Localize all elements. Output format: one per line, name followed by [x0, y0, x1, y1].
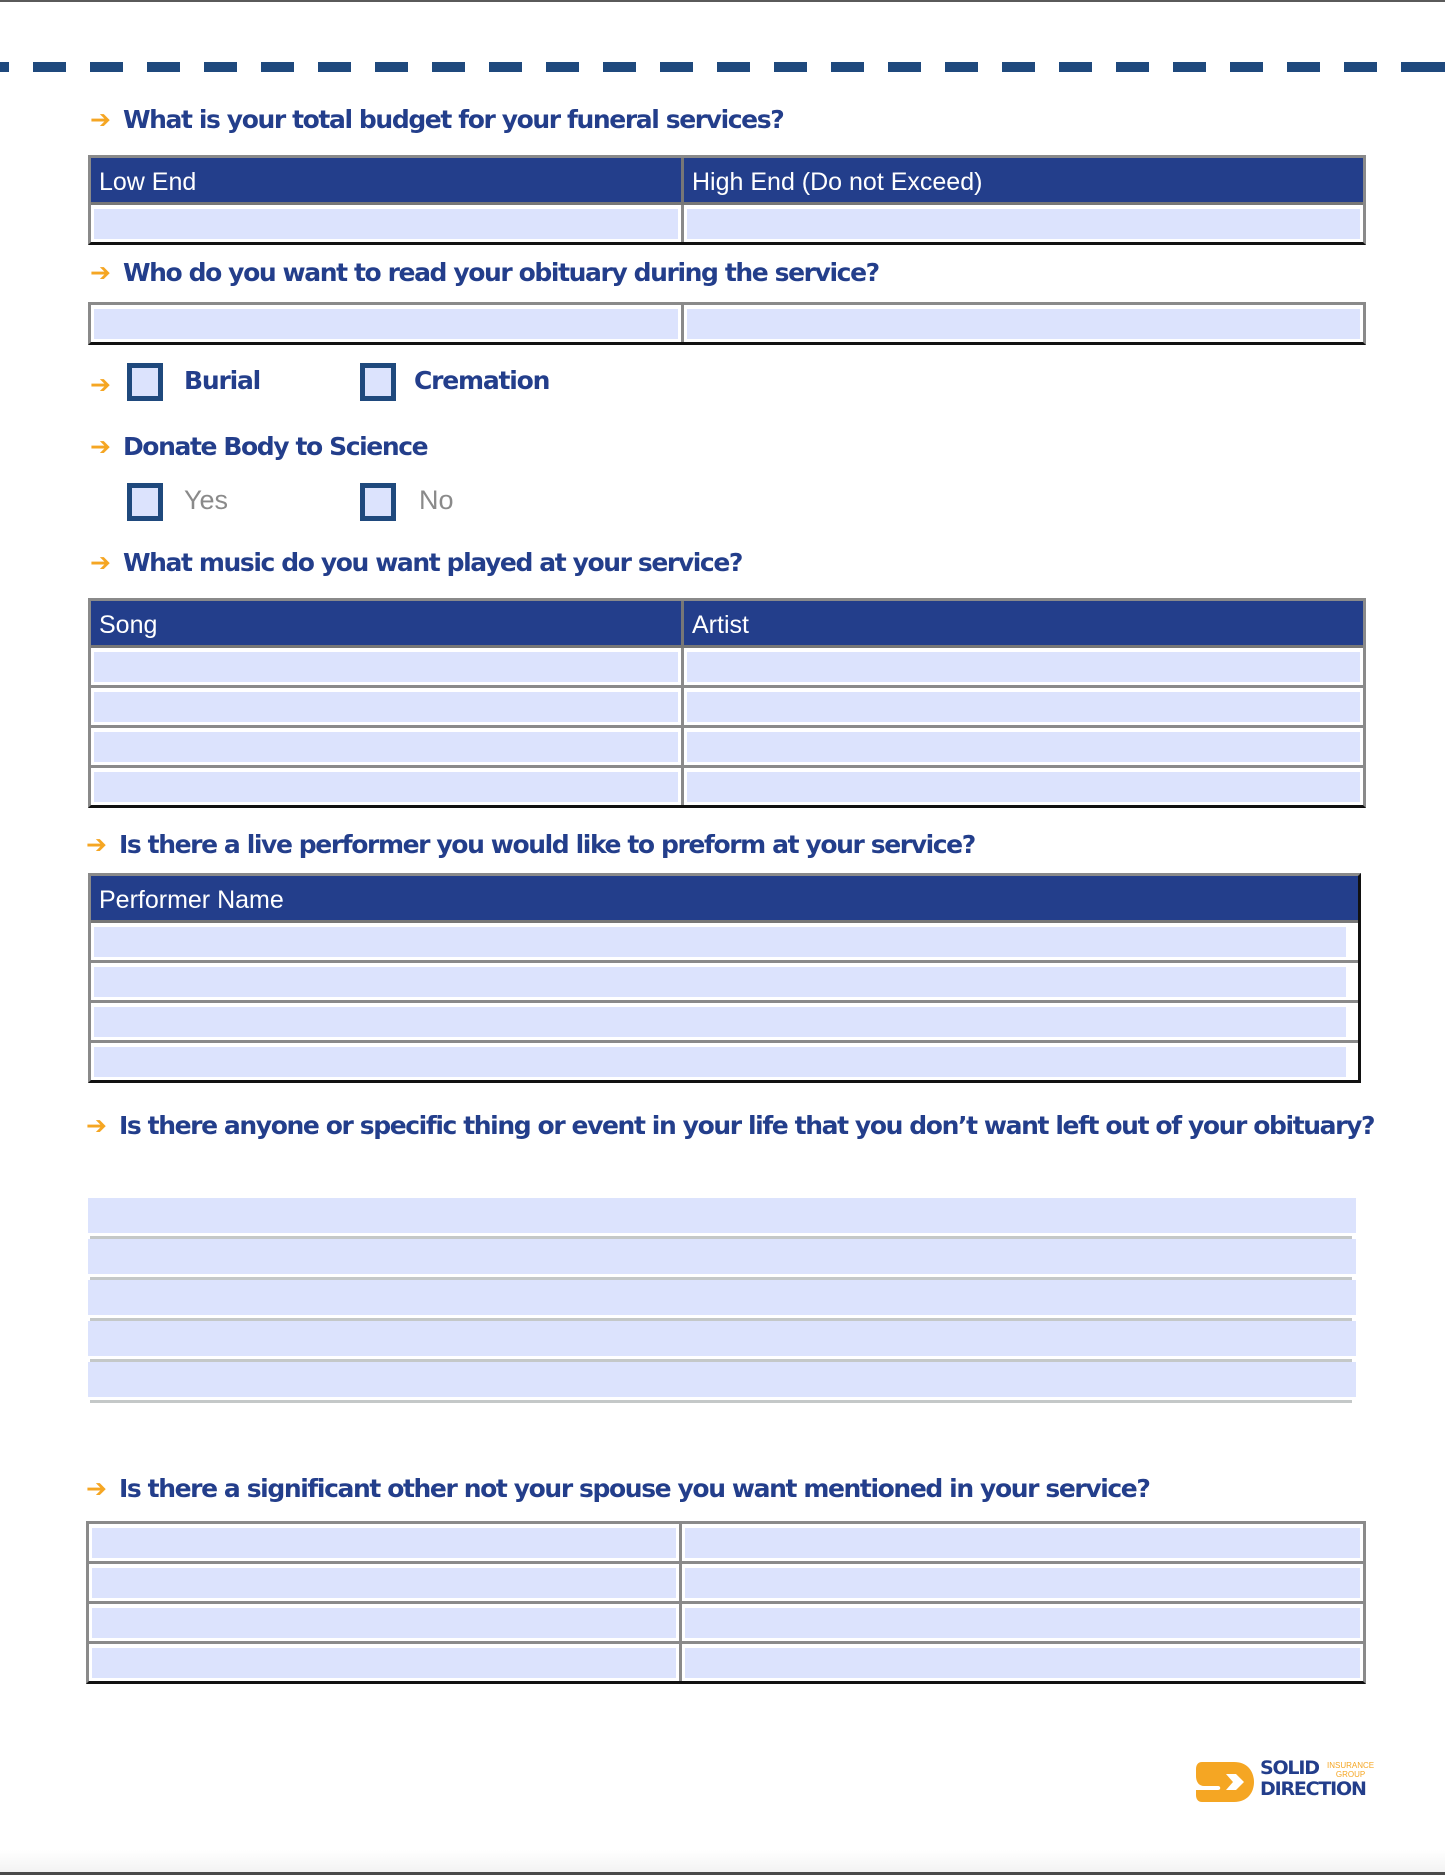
logo-tagline: INSURANCE GROUP [1327, 1761, 1374, 1779]
question-performer: ➔ Is there a live performer you would lik… [86, 830, 976, 859]
column-header-performer-name: Performer Name [99, 886, 284, 914]
question-obituary-reader-label: Who do you want to read your obituary du… [122, 258, 880, 287]
question-significant-other: ➔ Is there a significant other not your s… [86, 1474, 1151, 1503]
question-significant-other-label: Is there a significant other not your sp… [118, 1474, 1151, 1503]
question-budget: ➔ What is your total budget for your fune… [90, 105, 785, 134]
burial-label: Burial [184, 366, 261, 395]
song-field[interactable] [94, 652, 678, 682]
table-row [91, 648, 1363, 685]
artist-field[interactable] [687, 772, 1360, 802]
song-field[interactable] [94, 732, 678, 762]
question-obituary-reader: ➔ Who do you want to read your obituary d… [90, 258, 880, 287]
table-row [91, 205, 1363, 242]
column-header-song: Song [99, 611, 158, 639]
table-row [91, 725, 1363, 765]
question-obituary-content-label: Is there anyone or specific thing or eve… [118, 1111, 1376, 1140]
sd-logo-mark-icon [1196, 1762, 1254, 1802]
budget-table: Low End High End (Do not Exceed) [88, 155, 1366, 245]
significant-other-field[interactable] [92, 1528, 676, 1558]
logo-tag-2: GROUP [1335, 1770, 1366, 1779]
performer-table: Performer Name [88, 873, 1361, 1083]
logo-tag-1: INSURANCE [1327, 1761, 1375, 1770]
logo-line-2: DIRECTION [1260, 1778, 1367, 1800]
arrow-right-icon: ➔ [86, 830, 107, 859]
obituary-content-line[interactable] [88, 1321, 1356, 1362]
arrow-right-icon: ➔ [86, 1111, 107, 1140]
obituary-content-line[interactable] [88, 1198, 1356, 1239]
disposition-row: ➔ [90, 370, 123, 399]
table-row [91, 1000, 1358, 1040]
artist-field[interactable] [687, 692, 1360, 722]
donate-no-checkbox[interactable] [360, 483, 396, 521]
artist-field[interactable] [687, 652, 1360, 682]
solid-direction-logo: SOLID DIRECTION INSURANCE GROUP [1196, 1758, 1386, 1808]
table-row [89, 1524, 1363, 1561]
column-header-low-end: Low End [99, 168, 197, 196]
page-bottom-shadow [0, 1850, 1445, 1872]
question-music: ➔ What music do you want played at your s… [90, 548, 743, 577]
budget-table-header: Low End High End (Do not Exceed) [91, 158, 1363, 205]
question-music-label: What music do you want played at your se… [122, 548, 743, 577]
significant-other-field[interactable] [685, 1608, 1360, 1638]
arrow-right-icon: ➔ [90, 105, 111, 134]
artist-field[interactable] [687, 732, 1360, 762]
song-field[interactable] [94, 692, 678, 722]
significant-other-field[interactable] [685, 1528, 1360, 1558]
obituary-content-line[interactable] [88, 1280, 1356, 1321]
obituary-reader-table [88, 302, 1366, 345]
arrow-right-icon: ➔ [90, 432, 111, 461]
performer-name-field[interactable] [94, 927, 1346, 957]
dashed-divider [0, 62, 1445, 72]
significant-other-field[interactable] [92, 1648, 676, 1678]
table-row [91, 765, 1363, 805]
table-row [91, 960, 1358, 1000]
arrow-right-icon: ➔ [90, 258, 111, 287]
obituary-content-lines [88, 1198, 1356, 1403]
cremation-label: Cremation [414, 366, 550, 395]
performer-name-field[interactable] [94, 967, 1346, 997]
table-row [89, 1641, 1363, 1681]
donate-yes-checkbox[interactable] [127, 483, 163, 521]
question-donate-body-label: Donate Body to Science [122, 432, 429, 461]
table-row [91, 305, 1363, 342]
obituary-reader-field-1[interactable] [94, 309, 678, 339]
music-table-header: Song Artist [91, 601, 1363, 648]
cremation-checkbox[interactable] [360, 363, 396, 401]
page-top-edge [0, 0, 1445, 2]
high-end-field[interactable] [687, 209, 1360, 239]
performer-table-header: Performer Name [91, 876, 1358, 923]
question-obituary-content: ➔ Is there anyone or specific thing or ev… [86, 1108, 1386, 1143]
significant-other-table [86, 1521, 1366, 1684]
significant-other-field[interactable] [92, 1568, 676, 1598]
arrow-right-icon: ➔ [86, 1474, 107, 1503]
column-header-high-end: High End (Do not Exceed) [681, 158, 1363, 202]
significant-other-field[interactable] [685, 1568, 1360, 1598]
donate-no-label: No [419, 485, 454, 515]
table-row [89, 1601, 1363, 1641]
table-row [89, 1561, 1363, 1601]
significant-other-field[interactable] [685, 1648, 1360, 1678]
significant-other-field[interactable] [92, 1608, 676, 1638]
obituary-reader-field-2[interactable] [687, 309, 1360, 339]
donate-yes-label: Yes [184, 485, 229, 515]
column-header-artist: Artist [681, 601, 1363, 645]
music-table: Song Artist [88, 598, 1366, 808]
question-budget-label: What is your total budget for your funer… [122, 105, 785, 134]
arrow-right-icon: ➔ [90, 548, 111, 577]
burial-checkbox[interactable] [127, 363, 163, 401]
obituary-content-line[interactable] [88, 1362, 1356, 1403]
table-row [91, 923, 1358, 960]
question-performer-label: Is there a live performer you would like… [118, 830, 976, 859]
arrow-right-icon: ➔ [90, 370, 111, 399]
performer-name-field[interactable] [94, 1047, 1346, 1077]
performer-name-field[interactable] [94, 1007, 1346, 1037]
song-field[interactable] [94, 772, 678, 802]
question-donate-body: ➔ Donate Body to Science [90, 432, 429, 461]
table-row [91, 1040, 1358, 1080]
obituary-content-line[interactable] [88, 1239, 1356, 1280]
low-end-field[interactable] [94, 209, 678, 239]
table-row [91, 685, 1363, 725]
